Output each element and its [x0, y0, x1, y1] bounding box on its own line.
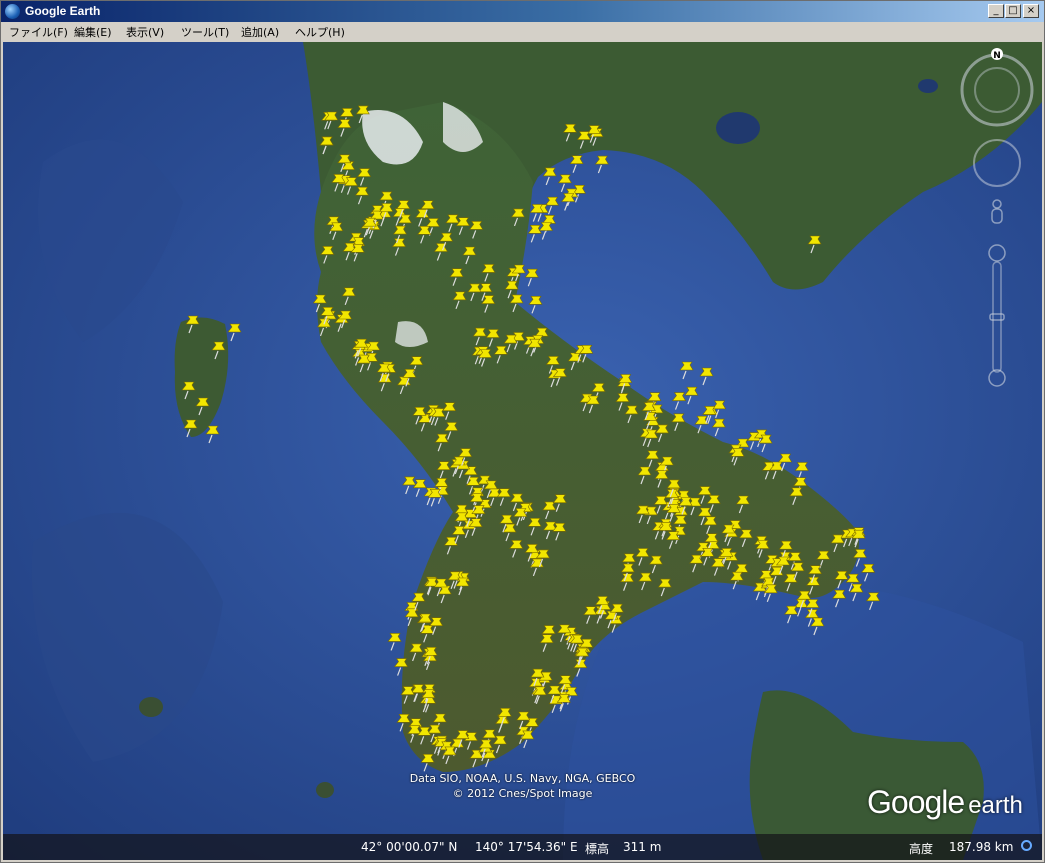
satellite-imagery: N [3, 42, 1042, 860]
menu-help[interactable]: ヘルプ(H) [295, 24, 345, 40]
earth-view[interactable]: N Data SIO, NOAA, U.S. Navy, NGA, GEBCO … [3, 42, 1042, 860]
menu-view[interactable]: 表示(V) [126, 24, 164, 40]
close-button[interactable]: × [1023, 4, 1039, 18]
menu-bar: ファイル(F) 編集(E) 表示(V) ツール(T) 追加(A) ヘルプ(H) [1, 22, 1044, 42]
menu-file[interactable]: ファイル(F) [9, 24, 68, 40]
logo-google-text: Google [867, 784, 965, 820]
menu-edit[interactable]: 編集(E) [74, 24, 112, 40]
window-title: Google Earth [25, 4, 101, 18]
minimize-button[interactable]: _ [988, 4, 1004, 18]
google-earth-window: Google Earth _ □ × ファイル(F) 編集(E) 表示(V) ツ… [0, 0, 1045, 863]
maximize-button[interactable]: □ [1005, 4, 1021, 18]
menu-add[interactable]: 追加(A) [241, 24, 279, 40]
altitude-label: 高度 [909, 842, 934, 856]
google-earth-app-icon [5, 4, 20, 19]
longitude-readout: 140° 17'54.36" E [475, 840, 578, 854]
compass-north-label: N [993, 51, 1001, 61]
latitude-readout: 42° 00'00.07" N [361, 840, 458, 854]
elevation-readout: 311 m [623, 840, 662, 854]
title-bar[interactable]: Google Earth _ □ × [1, 1, 1044, 22]
elevation-label: 標高 [585, 842, 610, 856]
status-bar: 42° 00'00.07" N 140° 17'54.36" E 標高 311 … [3, 834, 1042, 860]
streaming-indicator-icon [1021, 840, 1032, 851]
logo-earth-text: earth [968, 792, 1023, 819]
google-earth-logo: Google earth [867, 784, 1023, 821]
altitude-readout: 187.98 km [949, 840, 1014, 854]
menu-tools[interactable]: ツール(T) [181, 24, 229, 40]
